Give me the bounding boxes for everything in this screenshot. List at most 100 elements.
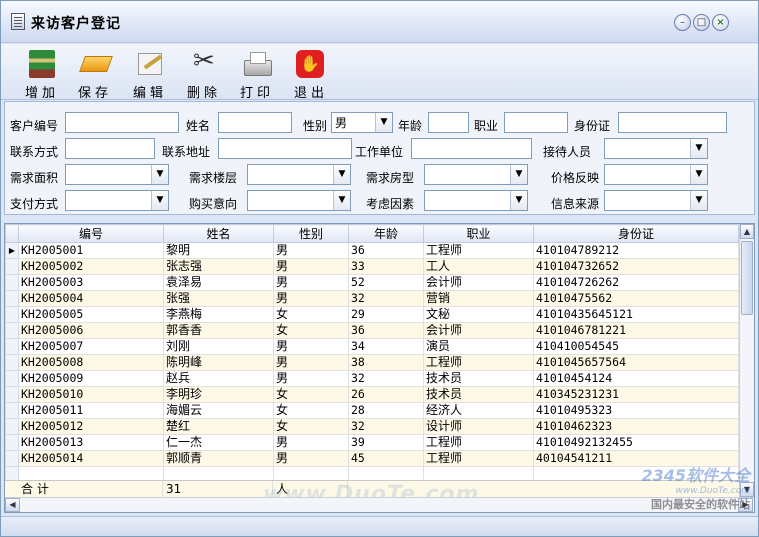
cell-id[interactable]: KH2005005 [18,306,164,323]
table-row[interactable]: KH2005002 张志强男 33 工人 410104732652 [5,258,739,275]
cell-gender[interactable]: 男 [273,370,349,387]
header-name[interactable]: 姓名 [163,224,274,243]
header-id-card[interactable]: 身份证 [533,224,739,243]
table-row[interactable]: KH2005006 郭香香女 36 会计师 410104678122​1 [5,322,739,339]
cell-gender[interactable]: 男 [273,258,349,275]
cell-occupation[interactable]: 会计师 [423,322,534,339]
table-row[interactable]: KH2005004 张强男 32 营销 41010475562 [5,290,739,307]
table-row[interactable]: KH2005013 仁一杰男 39 工程师 41010492132455 [5,434,739,451]
cell-gender[interactable]: 女 [273,386,349,403]
chevron-down-icon[interactable]: ▼ [690,165,707,184]
employer-input[interactable] [411,138,532,159]
cell-age[interactable]: 34 [348,338,424,355]
cell-id-card[interactable]: 410104678122​1 [533,322,739,339]
cell-gender[interactable]: 男 [273,274,349,291]
cell-id[interactable]: KH2005009 [18,370,164,387]
cell-id[interactable]: KH2005006 [18,322,164,339]
cell-name[interactable]: 袁泽易 [163,274,274,291]
cell-occupation[interactable]: 工人 [423,258,534,275]
save-button[interactable]: 保存 [71,50,119,101]
cell-occupation[interactable]: 技术员 [423,370,534,387]
cell-id-card[interactable]: 410410054545 [533,338,739,355]
header-gender[interactable]: 性别 [273,224,349,243]
scroll-left-icon[interactable]: ◀ [5,498,20,512]
cell-name[interactable]: 楚红 [163,418,274,435]
cell-age[interactable]: 39 [348,434,424,451]
chevron-down-icon[interactable]: ▼ [690,191,707,210]
intention-select[interactable]: ▼ [247,190,351,211]
chevron-down-icon[interactable]: ▼ [375,113,392,132]
cell-id[interactable]: KH2005008 [18,354,164,371]
cell-gender[interactable]: 男 [273,450,349,467]
cell-age[interactable]: 52 [348,274,424,291]
cell-name[interactable]: 海媚云 [163,402,274,419]
cell-gender[interactable]: 男 [273,434,349,451]
table-row[interactable]: ▶ KH2005001 黎明男 36 工程师 410104789212 [5,242,739,259]
cell-occupation[interactable]: 设计师 [423,418,534,435]
chevron-down-icon[interactable]: ▼ [510,165,527,184]
cell-id-card[interactable]: 41010462323 [533,418,739,435]
chevron-down-icon[interactable]: ▼ [510,191,527,210]
table-row[interactable]: KH2005010 李明珍女 26 技术员 410345231231 [5,386,739,403]
table-row[interactable]: KH2005008 陈明峰男 38 工程师 41010456575​64 [5,354,739,371]
cell-id[interactable]: KH2005012 [18,418,164,435]
cell-occupation[interactable]: 工程师 [423,434,534,451]
cell-age[interactable]: 32 [348,370,424,387]
maximize-button[interactable]: □ [693,14,710,31]
age-input[interactable] [428,112,469,133]
cell-id-card[interactable]: 410345231231 [533,386,739,403]
contact-input[interactable] [65,138,155,159]
cell-occupation[interactable]: 工程师 [423,242,534,259]
cell-age[interactable]: 38 [348,354,424,371]
cell-id[interactable]: KH2005007 [18,338,164,355]
chevron-down-icon[interactable]: ▼ [690,139,707,158]
header-age[interactable]: 年龄 [348,224,424,243]
chevron-down-icon[interactable]: ▼ [151,165,168,184]
cell-gender[interactable]: 女 [273,322,349,339]
cell-id[interactable]: KH2005002 [18,258,164,275]
cell-occupation[interactable]: 工程师 [423,450,534,467]
table-row[interactable]: KH2005005 李燕梅女 29 文秘 41010435645121 [5,306,739,323]
cell-id[interactable]: KH2005013 [18,434,164,451]
cell-age[interactable]: 45 [348,450,424,467]
cell-id-card[interactable]: 41010475562 [533,290,739,307]
table-row[interactable]: KH2005007 刘刚男 34 演员 410410054545 [5,338,739,355]
cell-name[interactable]: 刘刚 [163,338,274,355]
room-type-select[interactable]: ▼ [424,164,528,185]
cell-gender[interactable]: 男 [273,290,349,307]
cell-occupation[interactable]: 工程师 [423,354,534,371]
price-feedback-select[interactable]: ▼ [604,164,708,185]
chevron-down-icon[interactable]: ▼ [333,191,350,210]
cell-name[interactable]: 郭顺青 [163,450,274,467]
cell-age[interactable]: 32 [348,418,424,435]
cell-name[interactable]: 郭香香 [163,322,274,339]
table-row[interactable]: KH2005003 袁泽易男 52 会计师 410104726262 [5,274,739,291]
cell-occupation[interactable]: 会计师 [423,274,534,291]
cell-id[interactable]: KH2005003 [18,274,164,291]
cell-name[interactable]: 赵兵 [163,370,274,387]
add-button[interactable]: 增加 [18,50,66,101]
cell-id[interactable]: KH2005001 [18,242,164,259]
cell-gender[interactable]: 男 [273,338,349,355]
floor-select[interactable]: ▼ [247,164,351,185]
cell-id[interactable]: KH2005004 [18,290,164,307]
close-button[interactable]: × [712,14,729,31]
chevron-down-icon[interactable]: ▼ [333,165,350,184]
factors-select[interactable]: ▼ [424,190,528,211]
receptionist-select[interactable]: ▼ [604,138,708,159]
address-input[interactable] [218,138,352,159]
delete-button[interactable]: 删除 [180,46,228,101]
cell-id-card[interactable]: 41010454124 [533,370,739,387]
cell-age[interactable]: 33 [348,258,424,275]
cell-id-card[interactable]: 41010435645121 [533,306,739,323]
cell-occupation[interactable]: 技术员 [423,386,534,403]
cell-name[interactable]: 张志强 [163,258,274,275]
table-row[interactable]: KH2005011 海媚云女 28 经济人 41010495323 [5,402,739,419]
header-occupation[interactable]: 职业 [423,224,534,243]
cell-age[interactable]: 26 [348,386,424,403]
print-button[interactable]: 打印 [233,50,281,101]
cell-name[interactable]: 仁一杰 [163,434,274,451]
cell-id-card[interactable]: 41010492132455 [533,434,739,451]
cell-age[interactable]: 32 [348,290,424,307]
chevron-down-icon[interactable]: ▼ [151,191,168,210]
